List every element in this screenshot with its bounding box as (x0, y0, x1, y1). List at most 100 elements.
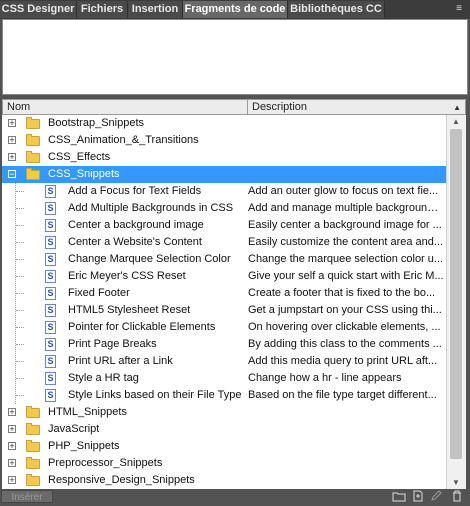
delete-icon[interactable] (450, 490, 464, 503)
panel-menu-icon[interactable]: ≡ (452, 3, 466, 15)
tree-branch-line (16, 395, 24, 396)
tree-branch-line (16, 361, 24, 362)
edit-icon[interactable] (430, 490, 444, 503)
new-folder-icon[interactable] (392, 490, 406, 503)
sort-arrow-icon[interactable]: ▲ (453, 103, 461, 112)
tree-folder-row[interactable]: + CSS_Animation_&_Transitions (2, 132, 446, 149)
tree-branch-line (16, 276, 24, 277)
folder-label: Responsive_Design_Snippets (48, 474, 195, 486)
snippet-description: Add this media query to print URL aft... (248, 355, 438, 367)
tab-css-designer[interactable]: CSS Designer (0, 1, 77, 18)
snippet-row[interactable]: S Eric Meyer's CSS Reset Give your self … (2, 268, 446, 285)
snippet-icon: S (45, 304, 56, 317)
snippet-row[interactable]: S Print URL after a Link Add this media … (2, 353, 446, 370)
snippet-description: By adding this class to the comments ... (248, 338, 442, 350)
snippet-description: Give your self a quick start with Eric M… (248, 270, 444, 282)
folder-label: CSS_Animation_&_Transitions (48, 134, 199, 146)
snippet-description: Get a jumpstart on your CSS using thi... (248, 304, 442, 316)
folder-icon (26, 474, 40, 486)
snippet-row[interactable]: S HTML5 Stylesheet Reset Get a jumpstart… (2, 302, 446, 319)
snippet-icon: S (45, 389, 56, 402)
collapse-minus-icon[interactable]: − (8, 170, 16, 179)
tree-folder-row[interactable]: + Responsive_Design_Snippets (2, 472, 446, 489)
snippet-preview (2, 19, 468, 95)
snippet-row[interactable]: S Pointer for Clickable Elements On hove… (2, 319, 446, 336)
tree-folder-row-selected[interactable]: − CSS_Snippets (2, 166, 446, 183)
tree-folder-row[interactable]: + CSS_Effects (2, 149, 446, 166)
expand-plus-icon[interactable]: + (8, 476, 16, 485)
folder-icon (26, 151, 40, 163)
snippet-name: Print Page Breaks (68, 338, 157, 350)
snippet-row[interactable]: S Change Marquee Selection Color Change … (2, 251, 446, 268)
column-separator[interactable] (247, 100, 248, 114)
snippet-icon: S (45, 338, 56, 351)
tab-fragments-de-code[interactable]: Fragments de code (183, 1, 288, 18)
tree-branch-line (16, 242, 24, 243)
folder-icon (26, 168, 40, 180)
snippet-description: Easily customize the content area and... (248, 236, 444, 248)
snippet-icon: S (45, 372, 56, 385)
tree-folder-row[interactable]: + Preprocessor_Snippets (2, 455, 446, 472)
tree-folder-row[interactable]: + HTML_Snippets (2, 404, 446, 421)
insert-button[interactable]: Insérer (1, 490, 53, 503)
snippet-name: Pointer for Clickable Elements (68, 321, 216, 333)
snippet-tree: + Bootstrap_Snippets + CSS_Animation_&_T… (2, 115, 446, 489)
snippet-row[interactable]: S Print Page Breaks By adding this class… (2, 336, 446, 353)
folder-icon (26, 440, 40, 452)
snippet-name: Eric Meyer's CSS Reset (68, 270, 186, 282)
folder-icon (26, 423, 40, 435)
snippet-row[interactable]: S Style Links based on their File Type B… (2, 387, 446, 404)
expand-plus-icon[interactable]: + (8, 119, 16, 128)
scroll-down-arrow-icon[interactable]: ▼ (452, 478, 460, 487)
snippet-row[interactable]: S Fixed Footer Create a footer that is f… (2, 285, 446, 302)
tree-folder-row[interactable]: + PHP_Snippets (2, 438, 446, 455)
folder-icon (26, 134, 40, 146)
tree-folder-row[interactable]: + JavaScript (2, 421, 446, 438)
snippet-row[interactable]: S Add Multiple Backgrounds in CSS Add an… (2, 200, 446, 217)
folder-label: PHP_Snippets (48, 440, 120, 452)
snippet-icon: S (45, 219, 56, 232)
snippet-icon: S (45, 355, 56, 368)
snippet-name: Center a background image (68, 219, 204, 231)
snippet-name: Print URL after a Link (68, 355, 173, 367)
snippet-row[interactable]: S Add a Focus for Text Fields Add an out… (2, 183, 446, 200)
snippet-description: On hovering over clickable elements, ... (248, 321, 441, 333)
snippet-row[interactable]: S Center a background image Easily cente… (2, 217, 446, 234)
scrollbar-thumb[interactable] (450, 129, 462, 459)
folder-label: CSS_Effects (48, 151, 111, 163)
tab-insertion[interactable]: Insertion (128, 1, 183, 18)
expand-plus-icon[interactable]: + (8, 408, 16, 417)
vertical-scrollbar[interactable]: ▲ ▼ (446, 115, 466, 489)
snippet-icon: S (45, 185, 56, 198)
snippet-icon: S (45, 202, 56, 215)
panel-tab-bar: CSS Designer Fichiers Insertion Fragment… (0, 0, 470, 19)
new-snippet-icon[interactable] (411, 490, 425, 503)
snippet-name: Style Links based on their File Type (68, 389, 242, 401)
tree-branch-line (16, 310, 24, 311)
folder-icon (26, 406, 40, 418)
snippet-row[interactable]: S Style a HR tag Change how a hr - line … (2, 370, 446, 387)
expand-plus-icon[interactable]: + (8, 425, 16, 434)
expand-plus-icon[interactable]: + (8, 442, 16, 451)
snippet-name: Add a Focus for Text Fields (68, 185, 202, 197)
snippet-row[interactable]: S Center a Website's Content Easily cust… (2, 234, 446, 251)
column-name-header[interactable]: Nom (7, 100, 30, 114)
tree-branch-line (16, 225, 24, 226)
snippet-description: Based on the file type target different.… (248, 389, 437, 401)
tab-fichiers[interactable]: Fichiers (77, 1, 128, 18)
snippet-description: Add an outer glow to focus on text fie..… (248, 185, 439, 197)
scroll-up-arrow-icon[interactable]: ▲ (452, 117, 460, 126)
folder-label: Bootstrap_Snippets (48, 117, 145, 129)
column-description-header[interactable]: Description (252, 100, 307, 114)
snippet-description: Easily center a background image for ... (248, 219, 442, 231)
expand-plus-icon[interactable]: + (8, 153, 16, 162)
tree-branch-line (16, 344, 24, 345)
tab-bibliotheques-cc[interactable]: Bibliothèques CC (288, 1, 385, 18)
expand-plus-icon[interactable]: + (8, 136, 16, 145)
tree-folder-row[interactable]: + Bootstrap_Snippets (2, 115, 446, 132)
expand-plus-icon[interactable]: + (8, 459, 16, 468)
folder-label: HTML_Snippets (48, 406, 127, 418)
tree-branch-line (16, 208, 24, 209)
snippet-name: Add Multiple Backgrounds in CSS (68, 202, 234, 214)
tree-branch-line (16, 259, 24, 260)
